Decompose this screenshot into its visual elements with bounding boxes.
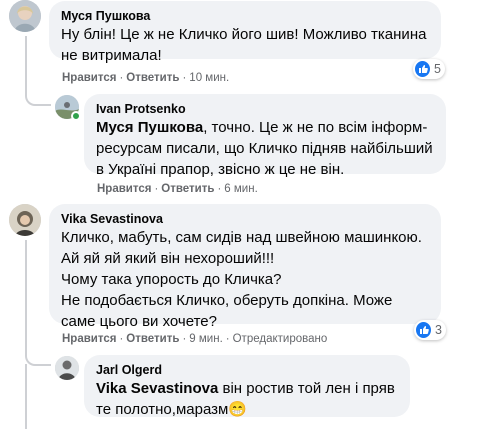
comment-bubble: Ivan Protsenko Муся Пушкова, точно. Це ж… [84, 94, 446, 178]
grinning-emoji-icon: 😁 [228, 401, 247, 418]
comment-author[interactable]: Ivan Protsenko [96, 101, 434, 117]
like-link[interactable]: Нравится [97, 183, 151, 195]
thread-connector [25, 344, 51, 366]
like-link[interactable]: Нравится [62, 333, 116, 345]
comment-author[interactable]: Муся Пушкова [61, 8, 429, 24]
comment-bubble: Jarl Olgerd Vika Sevastinova він ростив … [84, 355, 410, 420]
comment-time[interactable]: 9 мин. [189, 333, 222, 345]
comment-text: Ну блін! Це ж не Кличко його шив! Можлив… [61, 26, 427, 64]
comment-time[interactable]: 10 мин. [189, 72, 229, 84]
user-photo-icon [9, 0, 41, 32]
online-status-icon [71, 111, 81, 121]
comment-time[interactable]: 6 мин. [224, 183, 257, 195]
comment-actions: Нравится · Ответить · 9 мин. · Отредактировано [62, 333, 328, 345]
comment-text: Муся Пушкова, точно. Це ж не по всім інф… [96, 117, 434, 180]
user-photo-icon [9, 204, 41, 236]
reply-link[interactable]: Ответить [126, 333, 179, 345]
reply-link[interactable]: Ответить [126, 72, 179, 84]
edited-label: Отредактировано [232, 333, 328, 345]
comment-actions: Нравится · Ответить · 6 мин. [97, 183, 258, 195]
thread-line [25, 364, 27, 429]
avatar[interactable] [9, 0, 41, 32]
comment-text: Кличко, мабуть, сам сидів над швейною ма… [61, 229, 422, 330]
reaction-summary[interactable]: 3 [414, 320, 446, 340]
comment-author[interactable]: Jarl Olgerd [96, 362, 398, 378]
user-photo-icon [55, 356, 79, 380]
reaction-count: 5 [434, 62, 441, 76]
comment-text: Vika Sevastinova він ростив той лен і пр… [96, 378, 398, 420]
mention-link[interactable]: Vika Sevastinova [96, 380, 218, 397]
comment-bubble: Vika Sevastinova Кличко, мабуть, сам сид… [49, 204, 441, 330]
comment-actions: Нравится · Ответить · 10 мин. [62, 72, 230, 84]
reply-link[interactable]: Ответить [161, 183, 214, 195]
mention-link[interactable]: Муся Пушкова [96, 119, 203, 136]
comment-author[interactable]: Vika Sevastinova [61, 211, 429, 227]
reaction-count: 3 [435, 323, 442, 337]
avatar[interactable] [9, 204, 41, 236]
like-icon [415, 61, 431, 77]
avatar[interactable] [55, 356, 79, 380]
like-icon [416, 322, 432, 338]
thread-line [25, 36, 27, 86]
reaction-summary[interactable]: 5 [413, 59, 445, 79]
like-link[interactable]: Нравится [62, 72, 116, 84]
thread-line [25, 240, 27, 346]
thread-connector [25, 84, 51, 106]
comment-bubble: Муся Пушкова Ну блін! Це ж не Кличко йог… [49, 1, 441, 64]
